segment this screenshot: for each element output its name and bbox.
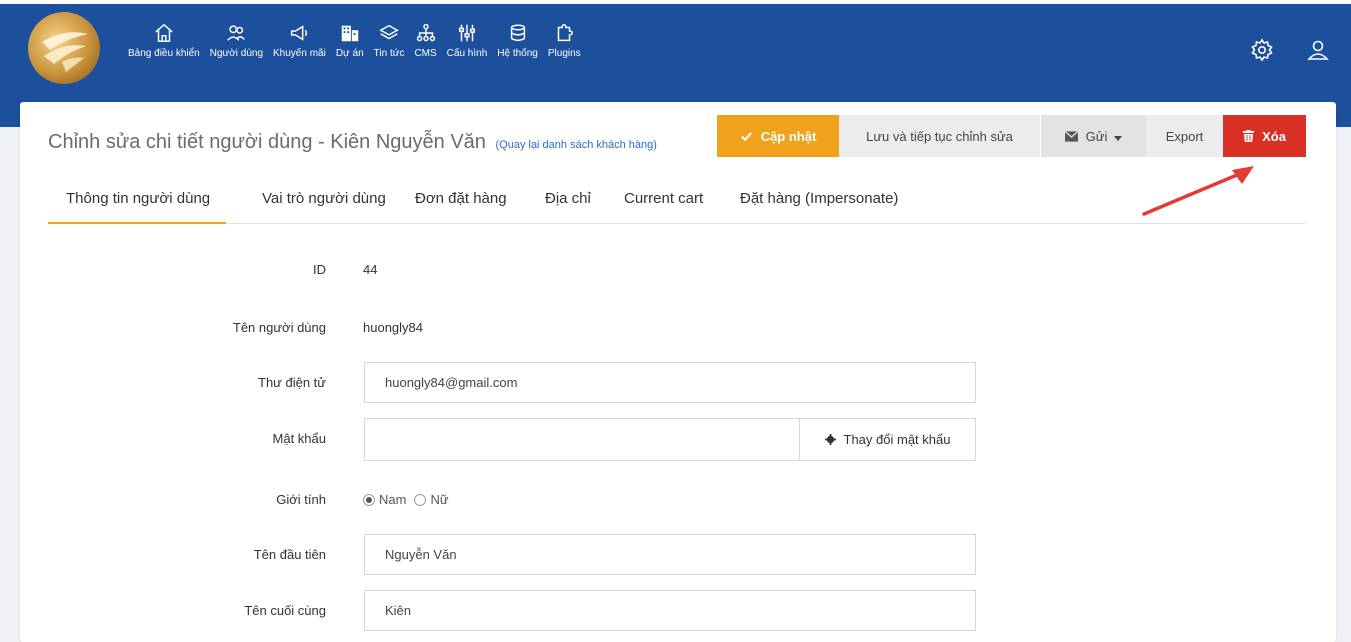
- tab-user-roles[interactable]: Vai trò người dùng: [244, 186, 402, 224]
- nav-label: Dự án: [335, 48, 364, 59]
- tab-user-info[interactable]: Thông tin người dùng: [48, 186, 227, 224]
- nav-item-settings[interactable]: Cấu hình: [446, 22, 488, 59]
- update-button[interactable]: Cập nhật: [717, 115, 839, 157]
- last-name-field[interactable]: Kiên: [364, 590, 976, 631]
- card-header: Chỉnh sửa chi tiết người dùng - Kiên Ngu…: [20, 102, 1336, 160]
- gear-icon[interactable]: [1250, 38, 1274, 62]
- page-title: Chỉnh sửa chi tiết người dùng - Kiên Ngu…: [48, 131, 657, 154]
- last-name-label: Tên cuối cùng: [244, 603, 326, 618]
- trash-icon: [1243, 130, 1255, 142]
- first-name-label: Tên đầu tiên: [253, 547, 326, 562]
- change-password-label: Thay đổi mật khẩu: [843, 432, 951, 447]
- delete-button-label: Xóa: [1262, 128, 1286, 144]
- username-label: Tên người dùng: [232, 320, 326, 335]
- export-button[interactable]: Export: [1146, 115, 1223, 157]
- home-icon: [155, 23, 173, 42]
- megaphone-icon: [291, 25, 308, 41]
- nav-label: Plugins: [547, 48, 581, 59]
- brand-logo[interactable]: [28, 12, 100, 84]
- nav-label: Khuyến mãi: [273, 48, 326, 59]
- tab-addresses[interactable]: Địa chỉ: [527, 186, 607, 224]
- gender-radio-female[interactable]: [414, 493, 427, 506]
- puzzle-icon: [558, 24, 574, 42]
- email-label: Thư điện tử: [258, 375, 326, 390]
- top-stripe: [0, 0, 1351, 4]
- user-edit-card: Chỉnh sửa chi tiết người dùng - Kiên Ngu…: [20, 102, 1336, 642]
- first-name-field[interactable]: Nguyễn Văn: [364, 534, 976, 575]
- change-password-button[interactable]: Thay đổi mật khẩu: [799, 419, 975, 460]
- page-title-text: Chỉnh sửa chi tiết người dùng - Kiên Ngu…: [48, 131, 486, 153]
- nav-label: Bảng điều khiển: [128, 48, 200, 59]
- nav-label: CMS: [414, 48, 437, 59]
- nav-item-dashboard[interactable]: Bảng điều khiển: [128, 22, 200, 59]
- database-icon: [510, 24, 525, 42]
- cog-icon: [824, 434, 836, 445]
- gender-option-label: Nữ: [430, 492, 449, 507]
- nav-item-plugins[interactable]: Plugins: [548, 22, 581, 59]
- save-continue-button[interactable]: Lưu và tiếp tục chỉnh sửa: [839, 115, 1040, 157]
- tab-bar: Thông tin người dùng Vai trò người dùng …: [48, 186, 1306, 224]
- gender-option-label: Nam: [379, 492, 407, 507]
- nav-item-system[interactable]: Hệ thống: [497, 22, 538, 59]
- tab-current-cart[interactable]: Current cart: [606, 186, 719, 224]
- sliders-icon: [458, 24, 476, 42]
- sitemap-icon: [416, 23, 435, 42]
- password-label: Mật khẩu: [272, 431, 326, 446]
- nav-item-promotions[interactable]: Khuyến mãi: [273, 22, 326, 59]
- main-nav: Bảng điều khiển Người dùng Khuyến mãi Dự…: [128, 22, 591, 59]
- tab-orders[interactable]: Đơn đặt hàng: [397, 186, 523, 224]
- gender-options: Nam Nữ: [363, 492, 457, 507]
- email-field[interactable]: huongly84@gmail.com: [364, 362, 976, 403]
- password-group: Thay đổi mật khẩu: [364, 418, 976, 461]
- check-icon: [740, 130, 753, 143]
- password-input[interactable]: [365, 419, 799, 460]
- update-button-label: Cập nhật: [760, 128, 817, 144]
- nav-label: Cấu hình: [446, 48, 488, 59]
- nav-item-news[interactable]: Tin tức: [373, 22, 405, 59]
- nav-label: Tin tức: [373, 48, 405, 59]
- id-label: ID: [313, 262, 326, 277]
- layers-icon: [379, 24, 399, 40]
- annotation-arrow: [1142, 166, 1254, 216]
- username-value: huongly84: [363, 320, 423, 335]
- nav-item-cms[interactable]: CMS: [414, 22, 437, 59]
- nav-label: Người dùng: [209, 48, 264, 59]
- delete-button[interactable]: Xóa: [1223, 115, 1306, 157]
- tab-impersonate[interactable]: Đặt hàng (Impersonate): [722, 186, 914, 224]
- envelope-icon: [1064, 130, 1078, 142]
- gender-label: Giới tính: [276, 492, 326, 507]
- users-icon: [227, 25, 246, 41]
- send-button-label: Gửi: [1085, 128, 1108, 144]
- nav-label: Hệ thống: [497, 48, 538, 59]
- building-icon: [341, 25, 358, 42]
- id-value: 44: [363, 262, 378, 277]
- export-button-label: Export: [1165, 128, 1204, 144]
- user-icon[interactable]: [1306, 38, 1330, 62]
- caret-down-icon: [1114, 129, 1123, 144]
- gender-radio-male[interactable]: [363, 493, 375, 506]
- back-to-list-link[interactable]: (Quay lại danh sách khách hàng): [495, 139, 656, 151]
- nav-item-users[interactable]: Người dùng: [210, 22, 263, 59]
- send-dropdown-button[interactable]: Gửi: [1041, 115, 1146, 157]
- nav-item-projects[interactable]: Dự án: [336, 22, 364, 59]
- save-continue-label: Lưu và tiếp tục chỉnh sửa: [866, 128, 1013, 144]
